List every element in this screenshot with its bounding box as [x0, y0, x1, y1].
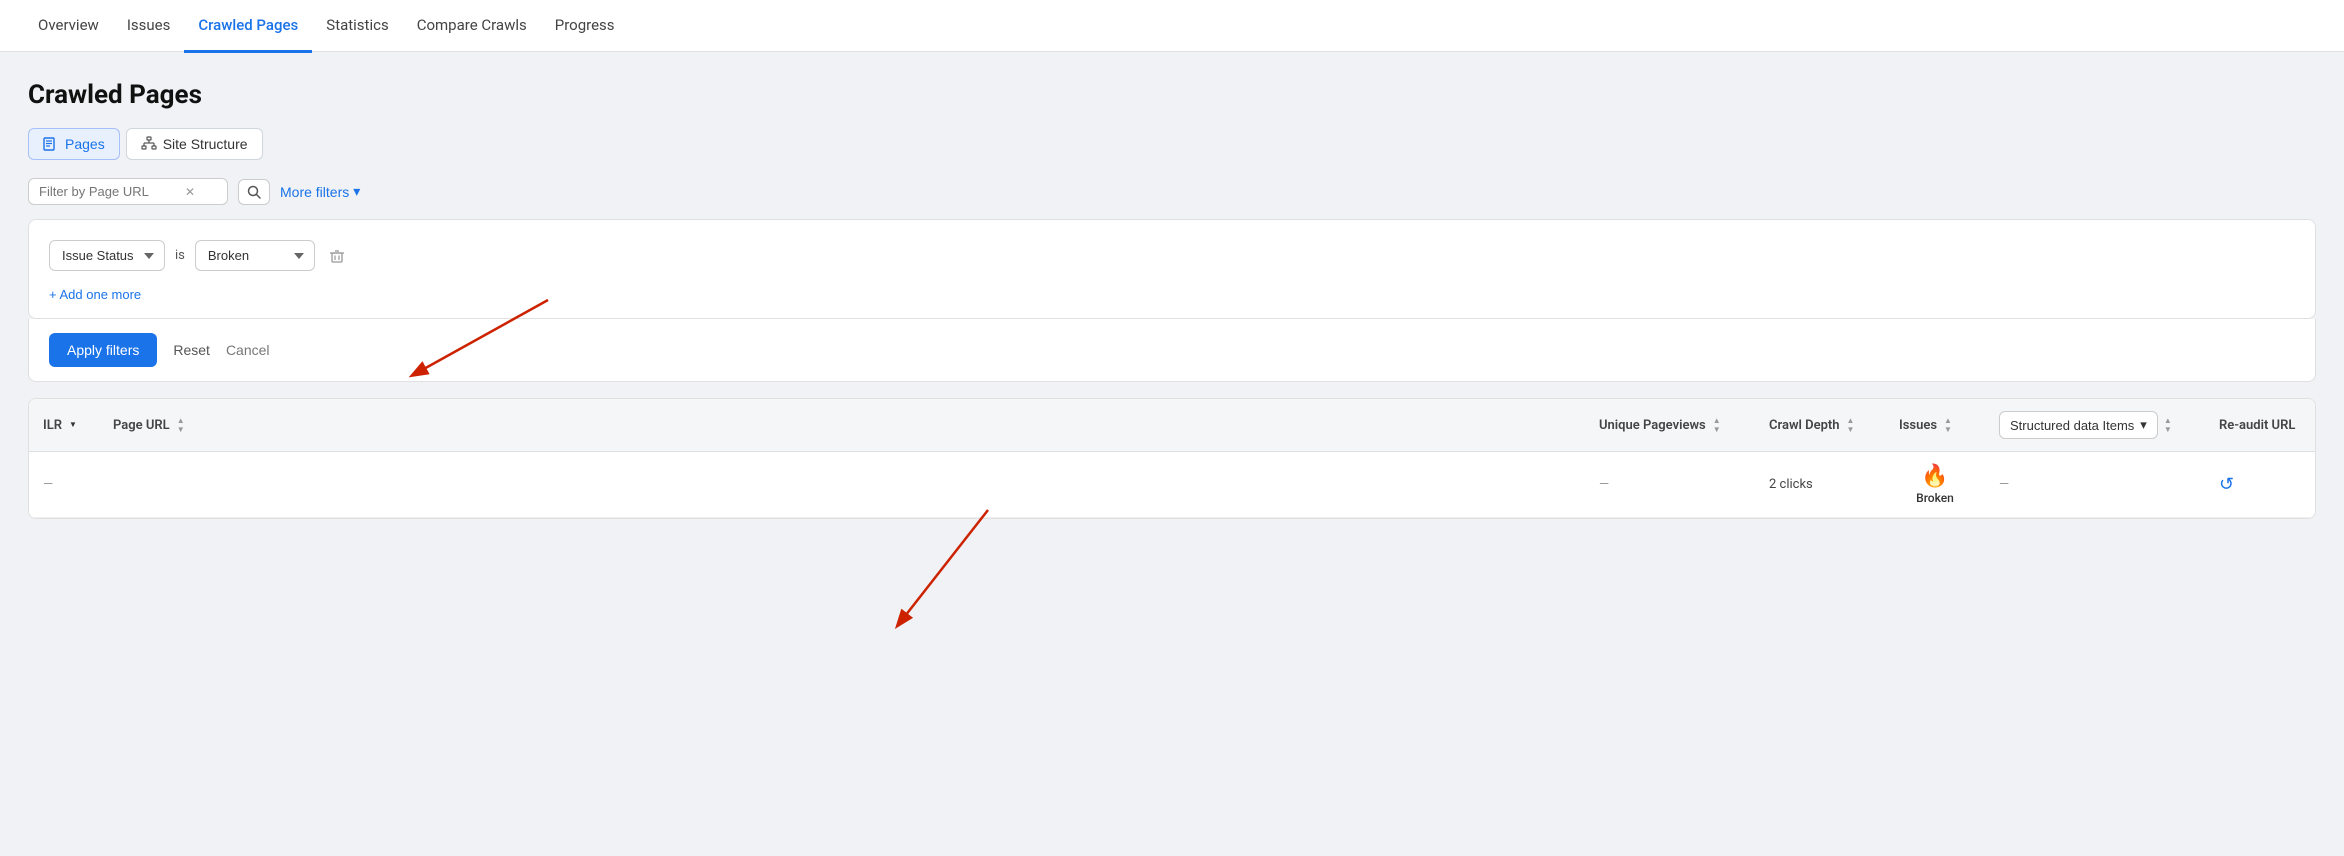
apply-filters-button[interactable]: Apply filters	[49, 333, 157, 367]
trash-icon	[329, 248, 345, 264]
filter-condition-row: Issue Status is Broken	[49, 240, 2295, 271]
nav-issues[interactable]: Issues	[113, 0, 185, 53]
sort-arrow-up: ▲	[1944, 417, 1952, 425]
th-reaudit-url: Re-audit URL	[2205, 406, 2315, 445]
delete-filter-button[interactable]	[325, 244, 349, 268]
more-filters-button[interactable]: More filters ▾	[280, 183, 360, 200]
th-ilr[interactable]: ILR ▼	[29, 406, 99, 445]
broken-status-badge: 🔥 Broken	[1916, 464, 1954, 505]
broken-label: Broken	[1916, 491, 1954, 505]
filter-operator-label: is	[175, 248, 185, 263]
filter-bar: ✕ More filters ▾	[28, 178, 2316, 205]
table-header: ILR ▼ Page URL ▲ ▼ Unique Pageviews ▲	[29, 399, 2315, 452]
nav-overview[interactable]: Overview	[24, 0, 113, 53]
sort-arrow-down: ▼	[177, 426, 185, 434]
nav-progress[interactable]: Progress	[541, 0, 629, 53]
tab-pages[interactable]: Pages	[28, 128, 120, 160]
structured-sort-arrows[interactable]: ▲ ▼	[2164, 417, 2172, 434]
add-more-label: + Add one more	[49, 287, 141, 302]
td-issues: 🔥 Broken	[1885, 452, 1985, 517]
filter-value-select[interactable]: Broken	[195, 240, 315, 271]
url-sort-arrows[interactable]: ▲ ▼	[177, 417, 185, 434]
td-reaudit[interactable]: ↺	[2205, 462, 2315, 507]
th-unique-pageviews[interactable]: Unique Pageviews ▲ ▼	[1585, 405, 1755, 446]
reset-filters-button[interactable]: Reset	[173, 342, 210, 358]
search-button[interactable]	[238, 179, 270, 205]
search-icon	[247, 185, 261, 199]
chevron-down-icon: ▾	[353, 183, 360, 200]
ilr-sort-arrows[interactable]: ▼	[69, 421, 77, 429]
sort-arrow-up: ▲	[1713, 417, 1721, 425]
top-navigation: Overview Issues Crawled Pages Statistics…	[0, 0, 2344, 52]
sort-arrow-up: ▲	[1847, 417, 1855, 425]
td-depth: 2 clicks	[1755, 465, 1885, 504]
th-page-url[interactable]: Page URL ▲ ▼	[99, 405, 1585, 446]
sort-arrow-up: ▲	[177, 417, 185, 425]
sort-arrow-up: ▲	[2164, 417, 2172, 425]
chevron-down-icon: ▾	[2140, 417, 2147, 433]
td-ilr: —	[29, 465, 99, 504]
page-title: Crawled Pages	[28, 80, 2316, 110]
sort-arrow-down: ▼	[1713, 426, 1721, 434]
sort-arrow-down: ▼	[2164, 426, 2172, 434]
th-crawl-depth[interactable]: Crawl Depth ▲ ▼	[1755, 405, 1885, 446]
view-tabs: Pages Site Structure	[28, 128, 2316, 160]
nav-compare-crawls[interactable]: Compare Crawls	[403, 0, 541, 53]
th-structured-data[interactable]: Structured data Items ▾ ▲ ▼	[1985, 399, 2205, 451]
site-structure-icon	[141, 136, 157, 152]
fire-icon: 🔥	[1921, 464, 1948, 489]
nav-crawled-pages[interactable]: Crawled Pages	[184, 0, 312, 53]
nav-statistics[interactable]: Statistics	[312, 0, 402, 53]
sort-arrow-down: ▼	[1944, 426, 1952, 434]
sort-arrow-down: ▼	[1847, 426, 1855, 434]
sort-arrow-down: ▼	[69, 421, 77, 429]
reaudit-icon[interactable]: ↺	[2219, 474, 2234, 495]
tab-pages-label: Pages	[65, 136, 105, 152]
results-table: ILR ▼ Page URL ▲ ▼ Unique Pageviews ▲	[28, 398, 2316, 519]
tab-site-structure[interactable]: Site Structure	[126, 128, 263, 160]
td-url	[99, 473, 1585, 497]
add-more-filter-button[interactable]: + Add one more	[49, 287, 141, 302]
structured-data-dropdown[interactable]: Structured data Items ▾	[1999, 411, 2158, 439]
url-filter-input[interactable]	[39, 184, 179, 199]
table-row: — — 2 clicks 🔥 Broken	[29, 452, 2315, 518]
pageviews-sort-arrows[interactable]: ▲ ▼	[1713, 417, 1721, 434]
filter-actions: Apply filters Reset Cancel	[28, 319, 2316, 382]
pages-icon	[43, 136, 59, 152]
filter-type-select[interactable]: Issue Status	[49, 240, 165, 271]
issues-sort-arrows[interactable]: ▲ ▼	[1944, 417, 1952, 434]
td-pageviews: —	[1585, 465, 1755, 504]
th-issues[interactable]: Issues ▲ ▼	[1885, 405, 1985, 446]
clear-filter-icon[interactable]: ✕	[185, 185, 195, 199]
filter-panel: Issue Status is Broken + Add	[28, 219, 2316, 319]
cancel-filters-button[interactable]: Cancel	[226, 342, 270, 358]
tab-site-structure-label: Site Structure	[163, 136, 248, 152]
td-structured: —	[1985, 465, 2205, 504]
url-filter-input-wrap[interactable]: ✕	[28, 178, 228, 205]
depth-sort-arrows[interactable]: ▲ ▼	[1847, 417, 1855, 434]
